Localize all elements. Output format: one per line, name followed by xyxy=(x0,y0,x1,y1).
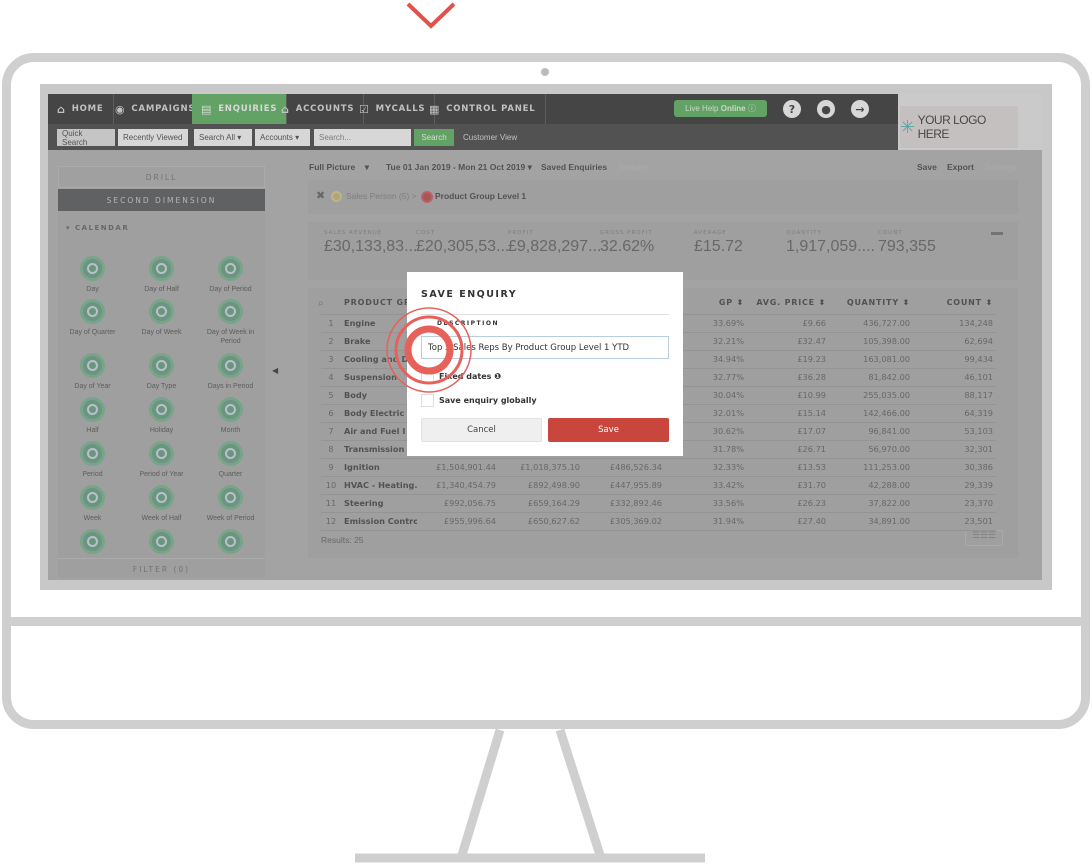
chevron-down-icon xyxy=(406,2,456,29)
monitor-chin-divider xyxy=(2,617,1090,626)
click-indicator-icon xyxy=(386,307,472,393)
save-globally-label: Save enquiry globally xyxy=(439,396,537,405)
dialog-title: SAVE ENQUIRY xyxy=(421,289,518,300)
cancel-button[interactable]: Cancel xyxy=(421,418,542,442)
info-icon[interactable]: ❶ xyxy=(494,372,501,381)
webcam xyxy=(541,68,549,76)
save-button[interactable]: Save xyxy=(548,418,669,442)
save-globally-checkbox[interactable] xyxy=(421,394,434,407)
monitor-stand xyxy=(355,728,705,863)
